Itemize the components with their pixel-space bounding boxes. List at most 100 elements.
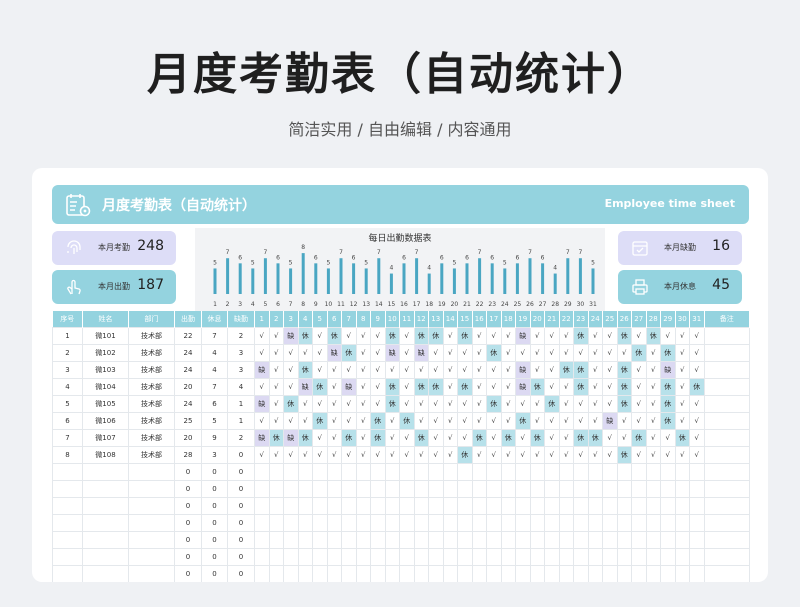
table-cell[interactable] [268,530,284,549]
table-cell[interactable] [674,547,690,566]
table-cell[interactable] [486,479,502,498]
table-cell[interactable]: √ [529,343,545,362]
table-cell[interactable]: √ [326,411,342,430]
table-cell[interactable]: √ [283,445,299,464]
table-cell[interactable] [82,496,129,515]
table-cell[interactable] [355,513,371,532]
table-cell[interactable]: 休 [413,377,429,396]
table-cell[interactable] [689,564,705,582]
table-cell[interactable]: 休 [384,394,400,413]
table-cell[interactable] [457,479,473,498]
table-cell[interactable]: √ [268,411,284,430]
table-cell[interactable] [442,496,458,515]
table-cell[interactable] [660,530,676,549]
table-cell[interactable]: √ [428,445,444,464]
table-cell[interactable]: √ [587,394,603,413]
table-cell[interactable] [82,564,129,582]
table-cell[interactable] [689,547,705,566]
table-cell[interactable] [297,530,313,549]
table-cell[interactable]: 休 [616,445,632,464]
table-cell[interactable] [703,377,750,396]
table-cell[interactable] [645,496,661,515]
table-cell[interactable]: √ [254,326,270,345]
table-cell[interactable]: 0 [227,445,255,464]
table-cell[interactable] [52,496,83,515]
table-cell[interactable] [602,547,618,566]
table-cell[interactable] [297,462,313,481]
table-cell[interactable]: 休 [297,428,313,447]
table-cell[interactable]: 休 [370,411,386,430]
table-cell[interactable]: √ [486,326,502,345]
table-cell[interactable] [82,530,129,549]
table-cell[interactable]: 缺 [384,343,400,362]
table-cell[interactable]: √ [471,360,487,379]
table-cell[interactable] [500,496,516,515]
table-cell[interactable]: 7 [201,377,228,396]
table-cell[interactable]: 休 [674,428,690,447]
table-cell[interactable] [128,530,175,549]
table-cell[interactable] [486,496,502,515]
table-cell[interactable] [689,530,705,549]
table-cell[interactable]: √ [486,360,502,379]
table-cell[interactable]: √ [268,377,284,396]
table-cell[interactable] [660,513,676,532]
table-cell[interactable]: 22 [174,326,202,345]
table-cell[interactable] [428,496,444,515]
table-cell[interactable] [529,547,545,566]
table-cell[interactable] [486,513,502,532]
table-cell[interactable] [500,513,516,532]
table-cell[interactable]: 休 [457,326,473,345]
table-cell[interactable]: √ [602,326,618,345]
table-cell[interactable]: √ [587,377,603,396]
table-cell[interactable]: 技术部 [128,343,175,362]
table-cell[interactable]: √ [254,343,270,362]
table-cell[interactable] [341,530,357,549]
table-cell[interactable]: 2 [227,326,255,345]
table-cell[interactable]: 5 [201,411,228,430]
table-cell[interactable]: √ [587,360,603,379]
table-cell[interactable]: √ [674,343,690,362]
table-cell[interactable]: 休 [660,343,676,362]
table-cell[interactable] [283,513,299,532]
table-cell[interactable] [558,479,574,498]
table-cell[interactable]: √ [471,326,487,345]
table-cell[interactable] [52,530,83,549]
table-cell[interactable] [384,564,400,582]
table-cell[interactable]: √ [674,377,690,396]
table-cell[interactable] [703,411,750,430]
table-cell[interactable]: 休 [587,428,603,447]
table-cell[interactable]: 28 [174,445,202,464]
table-cell[interactable]: 休 [616,394,632,413]
table-cell[interactable] [312,564,328,582]
table-cell[interactable]: √ [616,428,632,447]
table-cell[interactable] [268,479,284,498]
table-cell[interactable]: √ [457,428,473,447]
table-cell[interactable] [602,513,618,532]
table-cell[interactable]: 0 [201,530,228,549]
table-cell[interactable]: 3 [52,360,83,379]
table-cell[interactable]: 休 [312,377,328,396]
table-cell[interactable] [674,513,690,532]
table-cell[interactable] [326,530,342,549]
table-cell[interactable]: √ [631,411,647,430]
table-cell[interactable] [631,513,647,532]
table-cell[interactable]: 缺 [283,428,299,447]
table-cell[interactable]: 4 [201,343,228,362]
table-cell[interactable]: 休 [312,411,328,430]
table-cell[interactable]: √ [500,394,516,413]
table-cell[interactable]: 微102 [82,343,129,362]
table-cell[interactable]: 休 [529,377,545,396]
table-cell[interactable]: 0 [227,462,255,481]
table-cell[interactable]: √ [428,428,444,447]
table-cell[interactable]: √ [326,428,342,447]
table-cell[interactable]: 0 [174,530,202,549]
table-cell[interactable] [544,479,560,498]
table-cell[interactable] [326,479,342,498]
table-cell[interactable]: 0 [174,479,202,498]
table-cell[interactable] [312,530,328,549]
table-cell[interactable] [52,479,83,498]
table-cell[interactable] [602,462,618,481]
table-cell[interactable]: √ [413,394,429,413]
table-cell[interactable] [703,428,750,447]
table-cell[interactable] [674,496,690,515]
